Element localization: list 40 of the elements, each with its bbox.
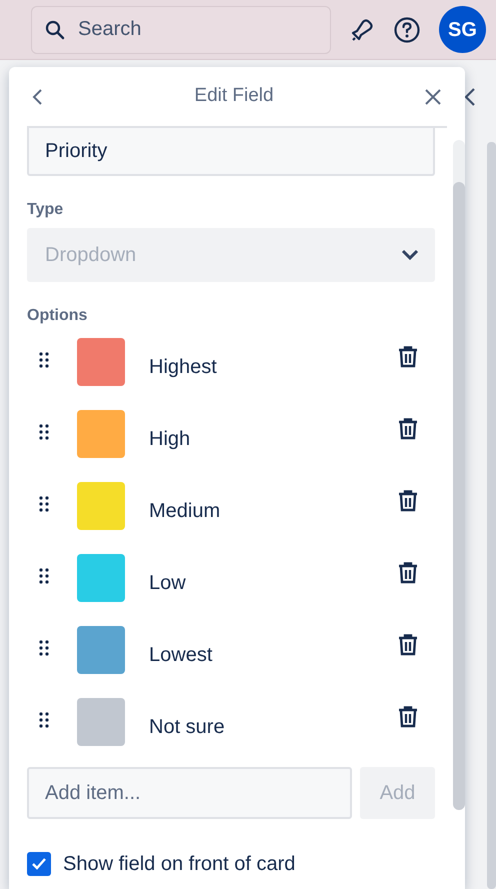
trash-icon[interactable] <box>398 346 418 368</box>
color-swatch[interactable] <box>77 410 125 458</box>
color-swatch[interactable] <box>77 626 125 674</box>
drag-handle-icon[interactable] <box>39 352 49 368</box>
option-label: Not sure <box>149 715 226 740</box>
checkbox-label: Show field on front of card <box>63 852 296 877</box>
trash-icon[interactable] <box>398 418 418 440</box>
trash-icon[interactable] <box>398 490 418 512</box>
color-swatch[interactable] <box>77 338 125 386</box>
option-label: Low <box>149 571 187 596</box>
search-field[interactable]: Search <box>31 6 331 54</box>
avatar[interactable]: SG <box>439 6 486 53</box>
color-swatch[interactable] <box>77 554 125 602</box>
drag-handle-icon[interactable] <box>39 496 49 512</box>
section-label: Options <box>27 306 88 326</box>
drag-handle-icon[interactable] <box>39 712 49 728</box>
drag-handle-icon[interactable] <box>39 568 49 584</box>
drag-handle-icon[interactable] <box>39 424 49 440</box>
option-label: Highest <box>149 355 218 380</box>
panel-title: Edit Field <box>194 84 274 108</box>
chevron-left-icon[interactable] <box>462 86 478 108</box>
color-swatch[interactable] <box>77 482 125 530</box>
chevron-down-icon <box>401 249 419 261</box>
trash-icon[interactable] <box>398 634 418 656</box>
trash-icon[interactable] <box>398 562 418 584</box>
add-item-field[interactable]: Add item... <box>27 767 352 819</box>
close-icon <box>422 86 443 106</box>
check-icon <box>31 857 47 871</box>
option-label: Lowest <box>149 643 214 668</box>
help-icon[interactable] <box>393 16 421 44</box>
scrollbar[interactable] <box>453 140 465 810</box>
option-label: High <box>149 427 192 452</box>
field-label: Type <box>27 200 64 220</box>
name-field[interactable]: Priority <box>27 128 435 176</box>
checkbox[interactable] <box>27 852 51 876</box>
trash-icon[interactable] <box>398 706 418 728</box>
option-label: Medium <box>149 499 222 524</box>
color-swatch[interactable] <box>77 698 125 746</box>
drag-handle-icon[interactable] <box>39 640 49 656</box>
scrollbar[interactable] <box>487 142 496 889</box>
